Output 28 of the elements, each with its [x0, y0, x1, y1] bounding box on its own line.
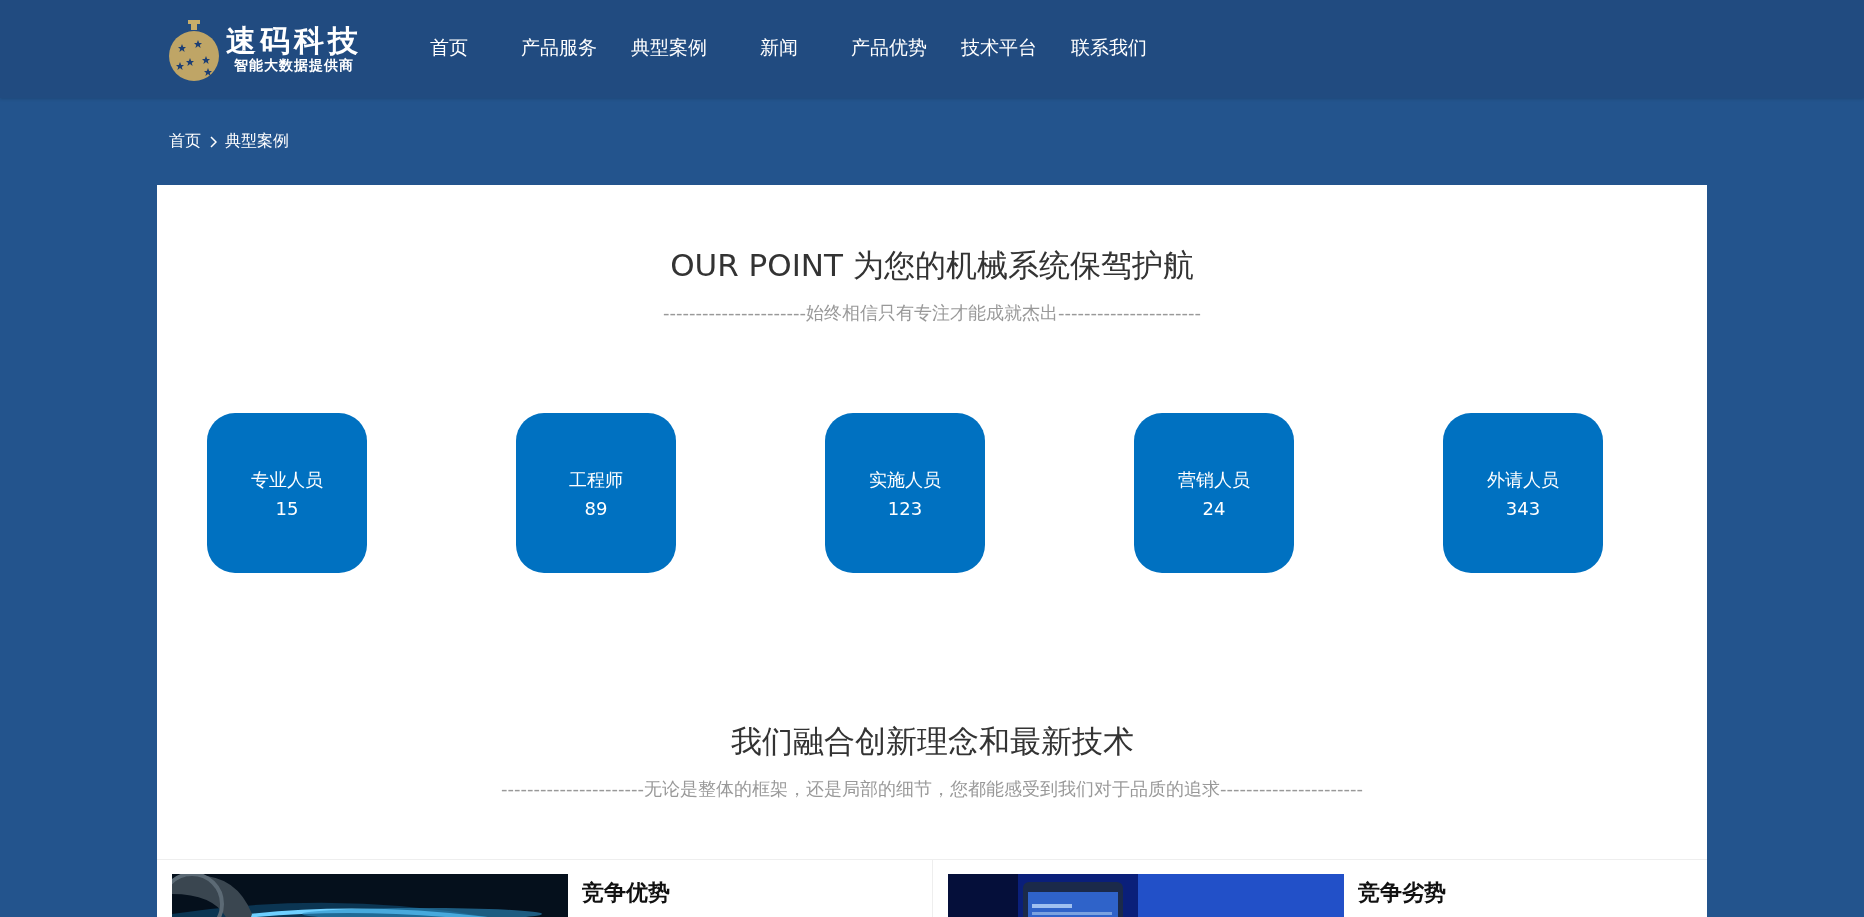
section-subtitle: ----------------------始终相信只有专注才能成就杰出----------------------	[663, 301, 1201, 325]
nav-link[interactable]: 典型案例	[614, 29, 724, 69]
card-title: 竞争优势	[582, 879, 670, 907]
section-subtitle: ----------------------无论是整体的框架，还是局部的细节，您都能感受到我们对于品质的追求----------------------	[501, 777, 1363, 801]
nav-link[interactable]: 联系我们	[1054, 29, 1164, 69]
nav-link[interactable]: 新闻	[724, 29, 834, 69]
stat-value: 123	[887, 497, 923, 519]
stat-value: 343	[1505, 497, 1541, 519]
stat-value: 24	[1202, 497, 1226, 519]
nav-link[interactable]: 产品服务	[504, 29, 614, 69]
breadcrumb-link[interactable]: 典型案例	[225, 131, 289, 152]
stat-value: 15	[275, 497, 299, 519]
stat-value: 89	[584, 497, 608, 519]
chevron-right-icon	[209, 135, 217, 148]
breadcrumb-link[interactable]: 首页	[169, 131, 201, 152]
stat-label: 工程师	[569, 467, 623, 492]
section-title: 我们融合创新理念和最新技术	[730, 722, 1134, 761]
logo-tagline: 智能大数据提供商	[234, 56, 354, 75]
card-title: 竞争劣势	[1358, 879, 1446, 907]
stat-label: 营销人员	[1178, 467, 1250, 492]
section-title: OUR POINT 为您的机械系统保驾护航	[670, 246, 1194, 285]
nav-link[interactable]: 首页	[394, 29, 504, 69]
stat-label: 专业人员	[251, 467, 323, 492]
nav-link[interactable]: 技术平台	[944, 29, 1054, 69]
stat-label: 实施人员	[869, 467, 941, 492]
nav-link[interactable]: 产品优势	[834, 29, 944, 69]
logo-title: 速码科技	[226, 23, 362, 57]
stat-label: 外请人员	[1487, 467, 1559, 492]
